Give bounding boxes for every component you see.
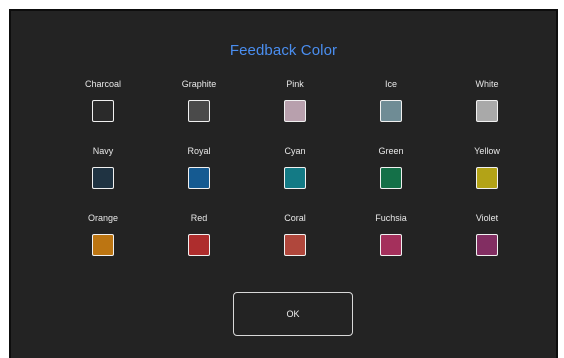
color-swatch-grid: Charcoal Graphite Pink Ice White Navy Ro… bbox=[55, 79, 544, 280]
swatch-color-box[interactable] bbox=[380, 100, 402, 122]
swatch-color-box[interactable] bbox=[284, 167, 306, 189]
swatch-color-box[interactable] bbox=[476, 167, 498, 189]
swatch-charcoal[interactable]: Charcoal bbox=[55, 79, 151, 146]
swatch-color-box[interactable] bbox=[476, 100, 498, 122]
swatch-label: Royal bbox=[187, 146, 211, 156]
swatch-fuchsia[interactable]: Fuchsia bbox=[343, 213, 439, 280]
swatch-royal[interactable]: Royal bbox=[151, 146, 247, 213]
swatch-label: Coral bbox=[284, 213, 306, 223]
swatch-color-box[interactable] bbox=[284, 234, 306, 256]
swatch-pink[interactable]: Pink bbox=[247, 79, 343, 146]
swatch-label: Orange bbox=[87, 213, 119, 223]
swatch-color-box[interactable] bbox=[188, 167, 210, 189]
swatch-label: Green bbox=[378, 146, 404, 156]
swatch-label: Graphite bbox=[181, 79, 217, 89]
swatch-graphite[interactable]: Graphite bbox=[151, 79, 247, 146]
swatch-coral[interactable]: Coral bbox=[247, 213, 343, 280]
ok-button[interactable]: OK bbox=[233, 292, 353, 336]
swatch-color-box[interactable] bbox=[476, 234, 498, 256]
swatch-color-box[interactable] bbox=[188, 234, 210, 256]
feedback-color-dialog: Feedback Color Charcoal Graphite Pink Ic… bbox=[9, 9, 558, 358]
swatch-cyan[interactable]: Cyan bbox=[247, 146, 343, 213]
swatch-label: Violet bbox=[475, 213, 499, 223]
swatch-color-box[interactable] bbox=[380, 234, 402, 256]
swatch-color-box[interactable] bbox=[380, 167, 402, 189]
swatch-color-box[interactable] bbox=[92, 167, 114, 189]
swatch-label: Red bbox=[190, 213, 208, 223]
swatch-color-box[interactable] bbox=[92, 234, 114, 256]
swatch-label: Fuchsia bbox=[375, 213, 407, 223]
swatch-yellow[interactable]: Yellow bbox=[439, 146, 535, 213]
swatch-violet[interactable]: Violet bbox=[439, 213, 535, 280]
swatch-white[interactable]: White bbox=[439, 79, 535, 146]
swatch-red[interactable]: Red bbox=[151, 213, 247, 280]
swatch-row: Charcoal Graphite Pink Ice White bbox=[55, 79, 544, 146]
swatch-label: Yellow bbox=[474, 146, 500, 156]
swatch-row: Navy Royal Cyan Green Yellow bbox=[55, 146, 544, 213]
swatch-label: Pink bbox=[286, 79, 304, 89]
dialog-title: Feedback Color bbox=[229, 42, 338, 59]
swatch-label: White bbox=[475, 79, 499, 89]
swatch-green[interactable]: Green bbox=[343, 146, 439, 213]
swatch-label: Navy bbox=[92, 146, 114, 156]
swatch-navy[interactable]: Navy bbox=[55, 146, 151, 213]
swatch-color-box[interactable] bbox=[92, 100, 114, 122]
swatch-row: Orange Red Coral Fuchsia Violet bbox=[55, 213, 544, 280]
swatch-label: Charcoal bbox=[84, 79, 122, 89]
swatch-label: Ice bbox=[384, 79, 397, 89]
swatch-label: Cyan bbox=[284, 146, 306, 156]
swatch-color-box[interactable] bbox=[188, 100, 210, 122]
swatch-ice[interactable]: Ice bbox=[343, 79, 439, 146]
swatch-color-box[interactable] bbox=[284, 100, 306, 122]
swatch-orange[interactable]: Orange bbox=[55, 213, 151, 280]
